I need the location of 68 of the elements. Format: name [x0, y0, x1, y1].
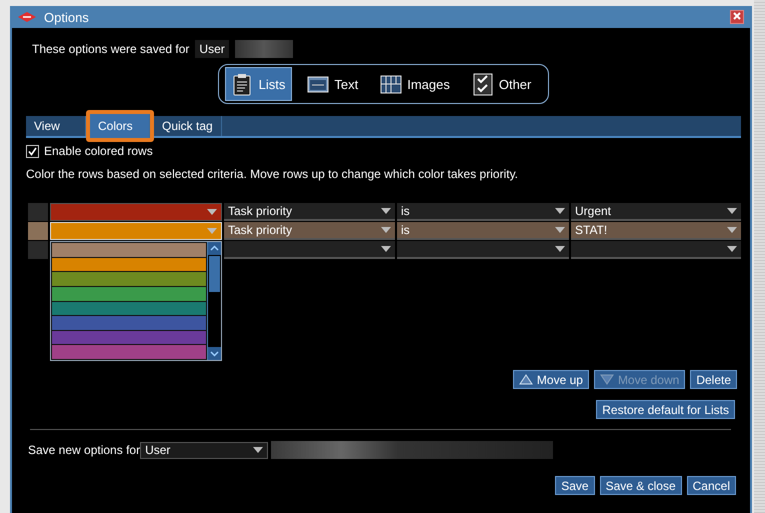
caret-icon — [727, 246, 737, 252]
enable-colored-rows-checkbox[interactable] — [26, 144, 39, 158]
scroll-down-button[interactable] — [208, 347, 221, 360]
caret-icon — [555, 246, 565, 252]
operator-dropdown[interactable] — [397, 241, 569, 259]
checkmark-icon — [28, 146, 37, 156]
field-dropdown[interactable]: Task priority — [224, 222, 395, 240]
category-tab[interactable]: Text — [300, 67, 366, 101]
operator-dropdown[interactable]: is — [397, 222, 569, 240]
row-handle[interactable] — [28, 222, 48, 240]
color-swatch[interactable] — [52, 272, 206, 286]
close-button[interactable] — [730, 10, 744, 24]
tab[interactable]: View — [26, 116, 86, 136]
caret-icon — [555, 208, 565, 214]
tab[interactable]: Quick tag — [154, 116, 222, 136]
color-swatch[interactable] — [52, 286, 206, 300]
value-dropdown[interactable]: Urgent — [571, 203, 741, 221]
category-tab[interactable]: Lists — [224, 67, 292, 101]
scroll-up-button[interactable] — [208, 242, 221, 255]
triangle-down-icon — [600, 374, 614, 385]
color-swatch[interactable] — [52, 345, 206, 359]
redacted-name — [234, 40, 293, 58]
close-icon — [733, 12, 741, 20]
user-value: User — [195, 40, 229, 58]
scroll-thumb[interactable] — [209, 256, 220, 292]
saved-for-label: These options were saved for — [32, 42, 190, 56]
scrollbar[interactable] — [207, 242, 221, 360]
window-title: Options — [44, 10, 90, 24]
save-button[interactable]: Save — [555, 476, 595, 495]
color-list[interactable] — [50, 241, 222, 361]
caret-icon — [207, 228, 217, 234]
caret-icon — [207, 209, 217, 215]
user-dropdown[interactable]: User — [140, 442, 268, 458]
caret-icon — [727, 227, 737, 233]
tab[interactable]: Colors — [90, 114, 150, 138]
category-tab[interactable]: Images — [373, 67, 457, 101]
color-swatch[interactable] — [52, 258, 206, 272]
caret-icon — [727, 208, 737, 214]
delete-button[interactable]: Delete — [690, 370, 737, 389]
color-swatch[interactable] — [52, 302, 206, 316]
value-dropdown[interactable]: STAT! — [571, 222, 741, 240]
color-swatch[interactable] — [52, 330, 206, 344]
field-dropdown[interactable] — [224, 241, 395, 259]
image-grid-icon — [380, 72, 402, 96]
triangle-up-icon — [518, 374, 533, 385]
category-tab[interactable]: Other — [464, 67, 538, 101]
color-swatch[interactable] — [52, 243, 206, 257]
operator-dropdown[interactable]: is — [397, 203, 569, 221]
restore-default-button[interactable]: Restore default for Lists — [596, 400, 735, 419]
color-dropdown[interactable] — [50, 203, 222, 221]
cancel-button[interactable]: Cancel — [686, 476, 736, 495]
value-dropdown[interactable] — [571, 241, 741, 259]
save-new-label: Save new options for — [28, 443, 140, 457]
checklist-icon — [472, 72, 494, 96]
save-and-close-button[interactable]: Save & close — [600, 476, 682, 495]
checkbox-label: Enable colored rows — [44, 144, 153, 158]
caret-icon — [555, 227, 565, 233]
caret-icon — [253, 447, 264, 453]
field-dropdown[interactable]: Task priority — [224, 203, 395, 221]
caret-icon — [381, 227, 391, 233]
row-handle[interactable] — [28, 203, 48, 221]
move-up-button[interactable]: Move up — [512, 370, 589, 389]
color-swatch[interactable] — [52, 316, 206, 330]
caret-icon — [381, 208, 391, 214]
caret-icon — [381, 246, 391, 252]
app-logo-icon — [18, 12, 36, 22]
row-handle[interactable] — [28, 241, 48, 259]
description-text: Color the rows based on selected criteria. Move rows up to change which color takes priority. — [26, 167, 520, 181]
